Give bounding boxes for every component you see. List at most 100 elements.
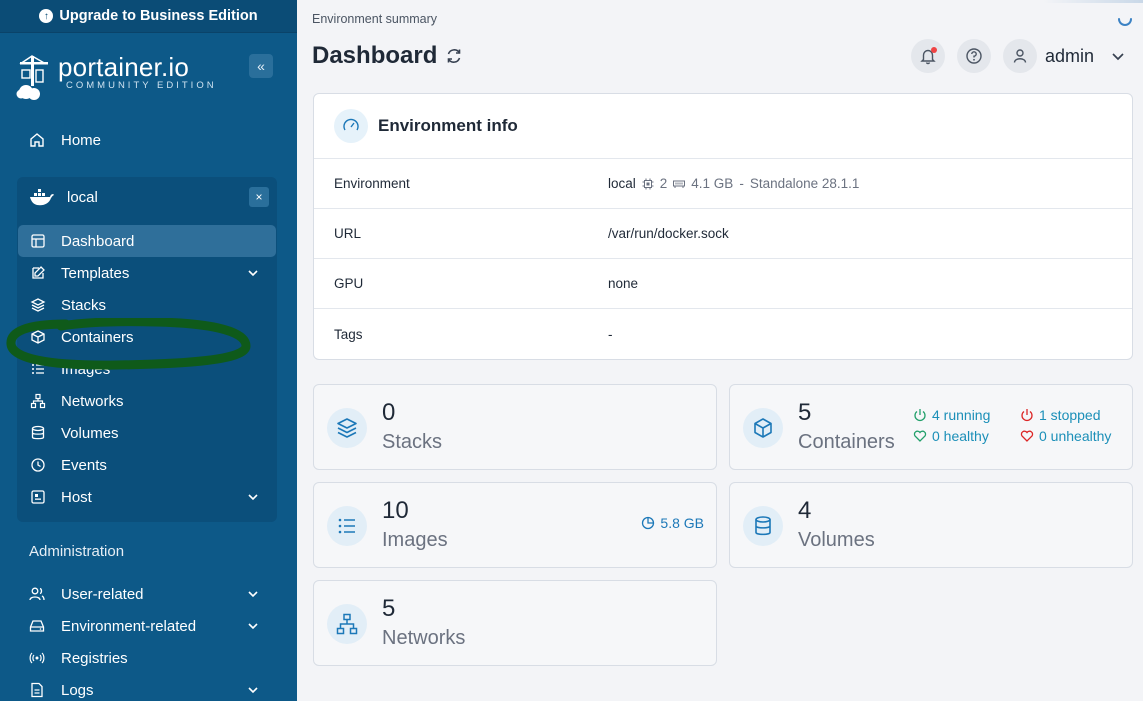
users-icon bbox=[29, 587, 45, 601]
sidebar-item-home[interactable]: Home bbox=[18, 124, 276, 156]
containers-count: 5 bbox=[798, 399, 812, 426]
environment-header: local bbox=[29, 185, 98, 209]
containers-card[interactable]: 5 Containers 4 running 1 stopped 0 healt… bbox=[729, 384, 1133, 470]
portainer-logo[interactable]: portainer.io COMMUNITY EDITION bbox=[16, 52, 217, 100]
images-icon bbox=[327, 506, 367, 546]
upgrade-label: Upgrade to Business Edition bbox=[59, 8, 258, 24]
help-circle-icon bbox=[966, 48, 982, 64]
double-chevron-left-icon: « bbox=[257, 58, 265, 74]
sidebar-item-images[interactable]: Images bbox=[18, 353, 276, 385]
info-key: Environment bbox=[334, 176, 410, 191]
sidebar-item-label: Images bbox=[61, 360, 111, 378]
notification-dot bbox=[931, 47, 937, 53]
administration-heading: Administration bbox=[29, 543, 125, 560]
chevron-down-icon[interactable] bbox=[1110, 48, 1126, 64]
sidebar-item-label: Dashboard bbox=[61, 232, 135, 250]
networks-count: 5 bbox=[382, 595, 396, 622]
clock-icon bbox=[31, 458, 45, 472]
sidebar-item-containers[interactable]: Containers bbox=[18, 321, 276, 353]
sidebar: ↑ Upgrade to Business Edition portainer.… bbox=[0, 0, 297, 701]
sidebar-item-dashboard[interactable]: Dashboard bbox=[18, 225, 276, 257]
notifications-button[interactable] bbox=[911, 39, 945, 73]
host-icon bbox=[31, 490, 45, 504]
breadcrumb: Environment summary bbox=[312, 12, 438, 26]
sidebar-item-logs[interactable]: Logs bbox=[18, 674, 276, 701]
sidebar-item-networks[interactable]: Networks bbox=[18, 385, 276, 417]
cpu-icon bbox=[642, 178, 654, 189]
running-count: 4 running bbox=[932, 407, 991, 423]
images-count: 10 bbox=[382, 497, 409, 524]
info-row-environment: Environment local 2 4.1 GB - Standalone … bbox=[314, 159, 1132, 209]
chevron-down-icon bbox=[248, 270, 258, 277]
volumes-icon bbox=[31, 425, 45, 440]
environment-type: Standalone 28.1.1 bbox=[749, 176, 860, 191]
file-text-icon bbox=[31, 682, 43, 698]
refresh-icon[interactable] bbox=[445, 47, 463, 65]
upgrade-banner[interactable]: ↑ Upgrade to Business Edition bbox=[0, 0, 297, 33]
sidebar-item-events[interactable]: Events bbox=[18, 449, 276, 481]
environment-section: local × Dashboard Templates Stacks Conta… bbox=[17, 177, 277, 522]
heart-icon bbox=[913, 430, 927, 442]
loading-spinner-icon bbox=[1118, 18, 1132, 26]
networks-card[interactable]: 5 Networks bbox=[313, 580, 717, 666]
running-status: 4 running bbox=[913, 407, 990, 423]
images-card[interactable]: 10 Images 5.8 GB bbox=[313, 482, 717, 568]
memory-size: 4.1 GB bbox=[691, 176, 734, 191]
stopped-count: 1 stopped bbox=[1039, 407, 1101, 423]
user-icon bbox=[1013, 49, 1027, 63]
stopped-status: 1 stopped bbox=[1020, 407, 1101, 423]
power-icon bbox=[1021, 409, 1033, 422]
templates-icon bbox=[32, 266, 45, 279]
info-row-gpu: GPU none bbox=[314, 259, 1132, 309]
containers-icon bbox=[31, 330, 45, 344]
sidebar-item-label: Networks bbox=[61, 392, 124, 410]
pie-chart-icon bbox=[642, 516, 655, 530]
sidebar-item-label: Home bbox=[61, 131, 102, 149]
sidebar-item-user-related[interactable]: User-related bbox=[18, 578, 276, 610]
sidebar-item-templates[interactable]: Templates bbox=[18, 257, 276, 289]
help-button[interactable] bbox=[957, 39, 991, 73]
sidebar-item-volumes[interactable]: Volumes bbox=[18, 417, 276, 449]
environment-name-value: local bbox=[608, 176, 636, 191]
containers-icon bbox=[743, 408, 783, 448]
images-label: Images bbox=[382, 529, 448, 551]
stacks-label: Stacks bbox=[382, 431, 443, 453]
unhealthy-count: 0 unhealthy bbox=[1039, 428, 1112, 444]
user-name[interactable]: admin bbox=[1045, 46, 1094, 67]
images-size-value: 5.8 GB bbox=[660, 515, 704, 531]
heart-icon bbox=[1020, 430, 1034, 442]
page-title-text: Dashboard bbox=[312, 42, 438, 69]
sidebar-item-stacks[interactable]: Stacks bbox=[18, 289, 276, 321]
networks-icon bbox=[327, 604, 367, 644]
brand-edition: COMMUNITY EDITION bbox=[66, 80, 217, 91]
images-icon bbox=[32, 364, 44, 374]
sidebar-item-label: Events bbox=[61, 456, 107, 474]
sidebar-item-label: Host bbox=[61, 488, 92, 506]
dashboard-icon bbox=[31, 234, 45, 248]
stacks-card[interactable]: 0 Stacks bbox=[313, 384, 717, 470]
cpu-count: 2 bbox=[659, 176, 668, 191]
stacks-count: 0 bbox=[382, 399, 396, 426]
environment-info-card: Environment info Environment local 2 4.1… bbox=[313, 93, 1133, 360]
sidebar-item-registries[interactable]: Registries bbox=[18, 642, 276, 674]
radio-broadcast-icon bbox=[29, 652, 45, 664]
close-environment-button[interactable]: × bbox=[249, 187, 269, 207]
user-menu-avatar[interactable] bbox=[1003, 39, 1037, 73]
info-value: - bbox=[608, 326, 613, 342]
sidebar-item-environment-related[interactable]: Environment-related bbox=[18, 610, 276, 642]
networks-label: Networks bbox=[382, 627, 466, 649]
environment-info-header: Environment info bbox=[314, 94, 1132, 159]
volumes-card[interactable]: 4 Volumes bbox=[729, 482, 1133, 568]
power-icon bbox=[914, 409, 926, 422]
info-value: local 2 4.1 GB - Standalone 28.1.1 bbox=[608, 176, 859, 191]
sidebar-item-label: Templates bbox=[61, 264, 130, 282]
chevron-down-icon bbox=[248, 494, 258, 501]
networks-icon bbox=[30, 393, 46, 409]
info-row-tags: Tags - bbox=[314, 309, 1132, 359]
images-size: 5.8 GB bbox=[641, 515, 704, 531]
sidebar-item-host[interactable]: Host bbox=[18, 481, 276, 513]
info-key: Tags bbox=[334, 326, 363, 342]
home-icon bbox=[30, 133, 44, 147]
close-icon: × bbox=[255, 190, 263, 204]
collapse-sidebar-button[interactable]: « bbox=[249, 54, 273, 78]
